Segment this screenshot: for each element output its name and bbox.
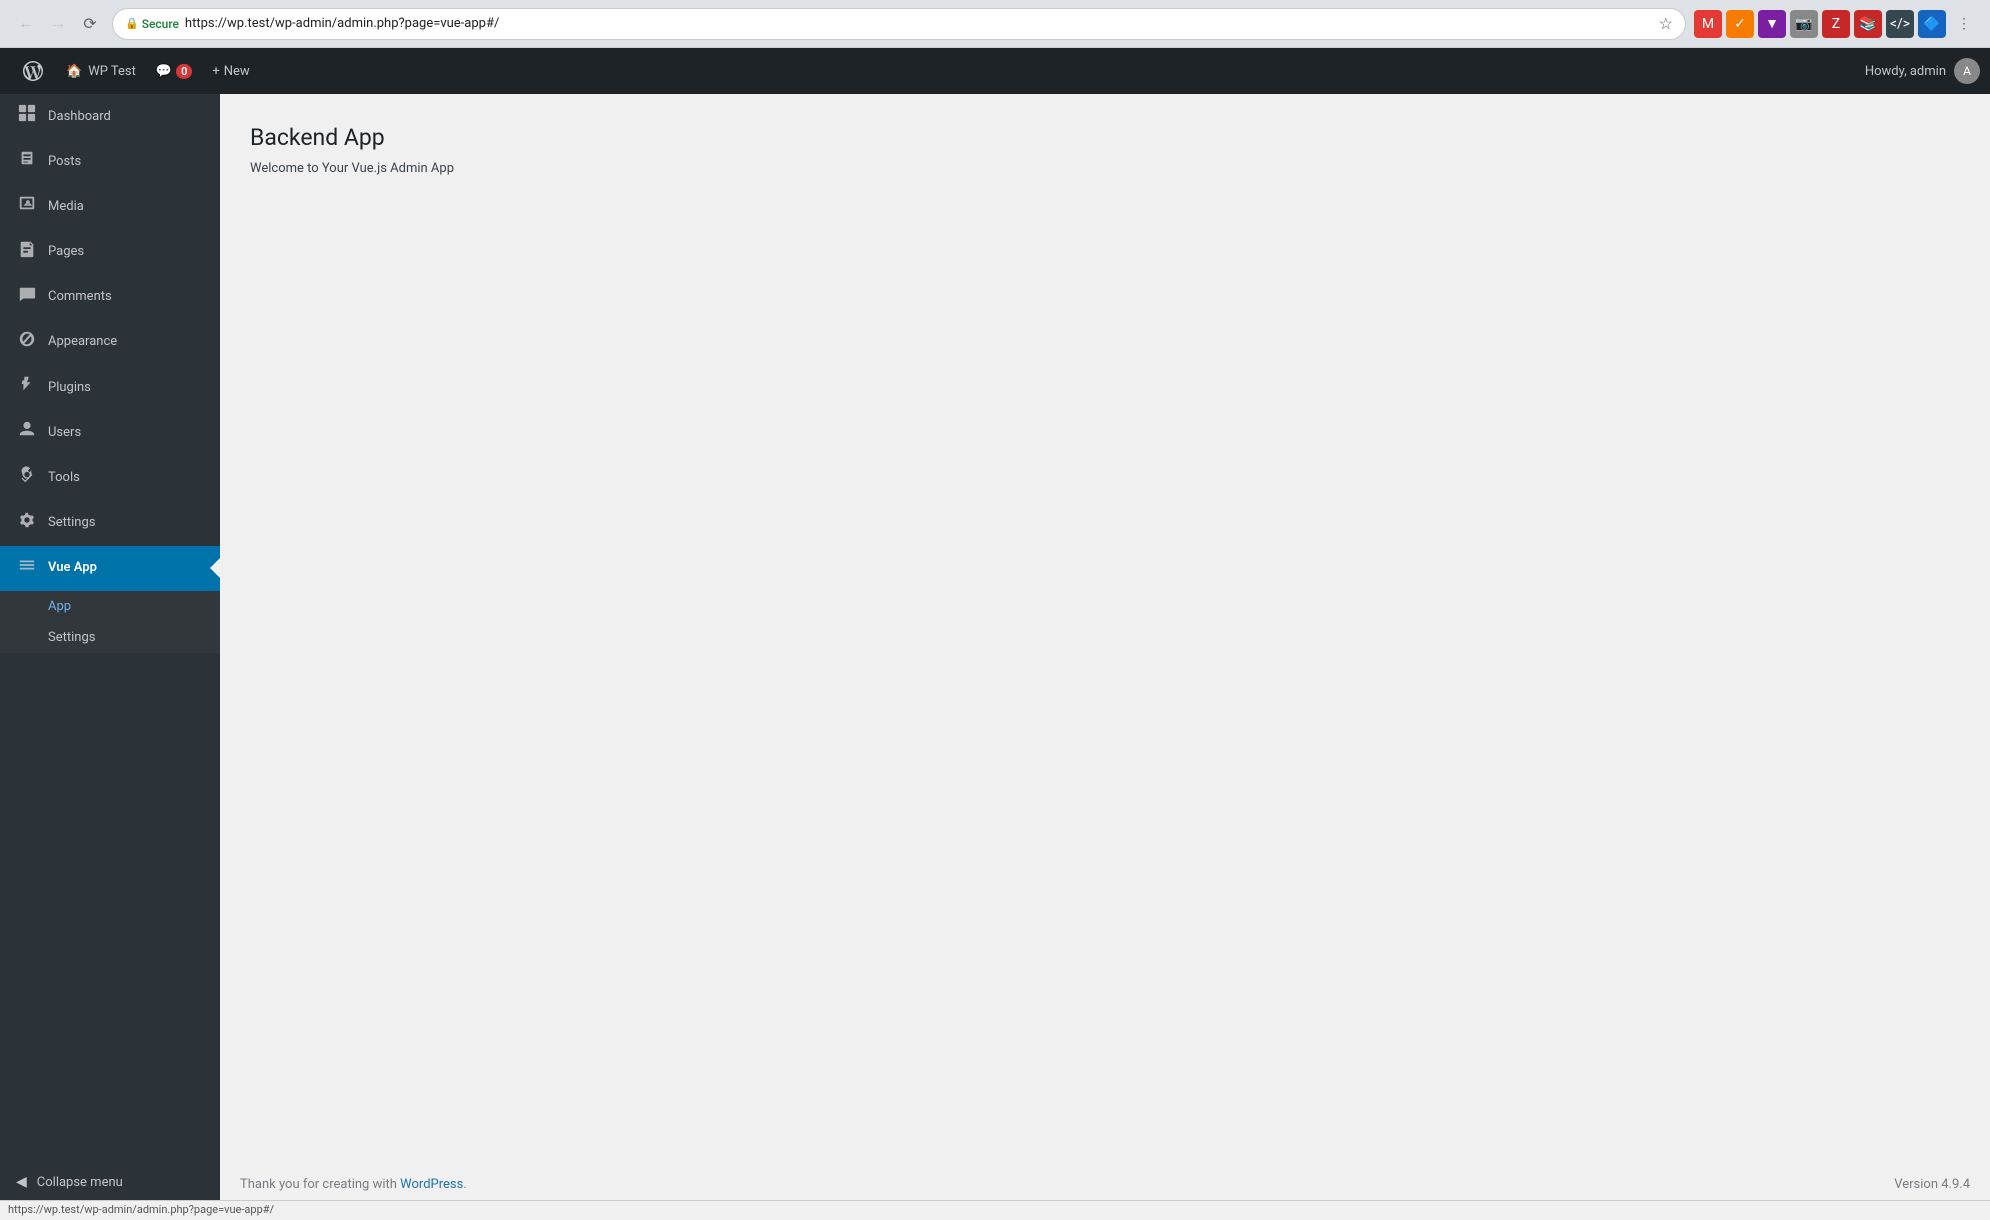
tools-label: Tools xyxy=(48,469,208,487)
appearance-label: Appearance xyxy=(48,333,208,351)
url-text: https://wp.test/wp-admin/admin.php?page=… xyxy=(185,16,1653,31)
plugins-label: Plugins xyxy=(48,379,208,397)
comments-label: Comments xyxy=(48,288,208,306)
ext-btn-3[interactable]: ▼ xyxy=(1758,10,1786,38)
users-label: Users xyxy=(48,424,208,442)
new-content-link[interactable]: + New xyxy=(202,48,259,94)
new-button: + New xyxy=(212,64,249,79)
settings-icon xyxy=(16,511,38,536)
ext-btn-7[interactable]: </> xyxy=(1886,10,1914,38)
settings-submenu-label: Settings xyxy=(48,630,95,645)
sidebar-item-vue-app[interactable]: Vue App xyxy=(0,546,220,591)
sidebar-item-comments[interactable]: Comments xyxy=(0,275,220,320)
back-button[interactable]: ← xyxy=(12,10,40,38)
plugins-icon xyxy=(16,375,38,400)
howdy-text: Howdy, admin xyxy=(1865,64,1946,79)
collapse-icon: ◀ xyxy=(16,1174,27,1190)
sidebar-item-users[interactable]: Users xyxy=(0,410,220,455)
sidebar-item-appearance[interactable]: Appearance xyxy=(0,320,220,365)
footer-text: Thank you for creating with WordPress. xyxy=(240,1177,467,1192)
plus-icon: + xyxy=(212,64,219,79)
page-subtitle: Welcome to Your Vue.js Admin App xyxy=(250,161,1960,176)
bookmark-button[interactable]: ☆ xyxy=(1659,14,1673,34)
site-name-link[interactable]: 🏠 WP Test xyxy=(56,48,146,94)
sidebar-item-settings[interactable]: Settings xyxy=(0,501,220,546)
wp-main: Backend App Welcome to Your Vue.js Admin… xyxy=(220,94,1990,1200)
ext-btn-2[interactable]: ✓ xyxy=(1726,10,1754,38)
users-icon xyxy=(16,420,38,445)
version-text: Version 4.9.4 xyxy=(1894,1177,1970,1192)
tools-icon xyxy=(16,466,38,491)
sidebar-item-pages[interactable]: Pages xyxy=(0,230,220,275)
ext-btn-5[interactable]: Z xyxy=(1822,10,1850,38)
wp-admin-bar: 🏠 WP Test 💬 0 + New Howdy, admin A xyxy=(0,48,1990,94)
pages-icon xyxy=(16,240,38,265)
secure-badge: 🔒 Secure xyxy=(125,17,179,31)
status-bar: https://wp.test/wp-admin/admin.php?page=… xyxy=(0,1200,1990,1220)
submenu-item-settings[interactable]: Settings xyxy=(0,622,220,653)
comments-link[interactable]: 💬 0 xyxy=(146,48,202,94)
home-icon: 🏠 xyxy=(66,64,82,79)
collapse-label: Collapse menu xyxy=(37,1175,123,1190)
ext-btn-4[interactable]: 📷 xyxy=(1790,10,1818,38)
lock-icon: 🔒 xyxy=(125,17,139,30)
wp-logo-button[interactable] xyxy=(10,48,56,94)
wp-logo-icon xyxy=(23,61,43,81)
footer-left: Thank you for creating with WordPress. xyxy=(240,1177,467,1192)
sidebar-item-plugins[interactable]: Plugins xyxy=(0,365,220,410)
site-name-text: WP Test xyxy=(88,64,136,79)
new-label: New xyxy=(224,64,250,79)
settings-label: Settings xyxy=(48,514,208,532)
wp-sidebar: Dashboard Posts Media Pages xyxy=(0,94,220,1200)
vue-app-submenu: App Settings xyxy=(0,591,220,653)
wordpress-link[interactable]: WordPress xyxy=(400,1177,463,1192)
sidebar-item-media[interactable]: Media xyxy=(0,184,220,229)
forward-button[interactable]: → xyxy=(44,10,72,38)
wp-footer: Thank you for creating with WordPress. V… xyxy=(220,1169,1990,1200)
collapse-menu-button[interactable]: ◀ Collapse menu xyxy=(0,1164,220,1200)
footer-right: Version 4.9.4 xyxy=(1894,1177,1970,1192)
media-icon xyxy=(16,194,38,219)
posts-icon xyxy=(16,149,38,174)
menu-button[interactable]: ⋮ xyxy=(1950,10,1978,38)
dashboard-icon xyxy=(16,104,38,129)
browser-nav-buttons: ← → ⟳ xyxy=(12,10,104,38)
comments-button: 💬 0 xyxy=(156,64,192,79)
comments-sidebar-icon xyxy=(16,285,38,310)
avatar[interactable]: A xyxy=(1954,58,1980,84)
ext-btn-1[interactable]: M xyxy=(1694,10,1722,38)
appearance-icon xyxy=(16,330,38,355)
sidebar-menu: Dashboard Posts Media Pages xyxy=(0,94,220,1164)
wp-layout: Dashboard Posts Media Pages xyxy=(0,94,1990,1200)
media-label: Media xyxy=(48,198,208,216)
page-title: Backend App xyxy=(250,124,1960,151)
vue-app-label: Vue App xyxy=(48,559,208,577)
submenu-item-app[interactable]: App xyxy=(0,591,220,622)
comment-icon: 💬 xyxy=(156,64,172,79)
dashboard-label: Dashboard xyxy=(48,108,208,126)
app-submenu-label: App xyxy=(48,599,71,614)
pages-label: Pages xyxy=(48,243,208,261)
sidebar-item-tools[interactable]: Tools xyxy=(0,456,220,501)
browser-chrome: ← → ⟳ 🔒 Secure https://wp.test/wp-admin/… xyxy=(0,0,1990,48)
vue-app-icon xyxy=(16,556,38,581)
browser-extensions: M ✓ ▼ 📷 Z 📚 </> 🔷 ⋮ xyxy=(1694,10,1978,38)
ext-btn-6[interactable]: 📚 xyxy=(1854,10,1882,38)
status-url: https://wp.test/wp-admin/admin.php?page=… xyxy=(8,1203,274,1216)
main-content: Backend App Welcome to Your Vue.js Admin… xyxy=(220,94,1990,1169)
secure-label: Secure xyxy=(142,17,179,31)
address-bar[interactable]: 🔒 Secure https://wp.test/wp-admin/admin.… xyxy=(112,8,1686,40)
comments-count: 0 xyxy=(176,64,192,79)
sidebar-item-dashboard[interactable]: Dashboard xyxy=(0,94,220,139)
ext-btn-8[interactable]: 🔷 xyxy=(1918,10,1946,38)
sidebar-item-posts[interactable]: Posts xyxy=(0,139,220,184)
admin-bar-right: Howdy, admin A xyxy=(1865,58,1980,84)
reload-button[interactable]: ⟳ xyxy=(76,10,104,38)
posts-label: Posts xyxy=(48,153,208,171)
